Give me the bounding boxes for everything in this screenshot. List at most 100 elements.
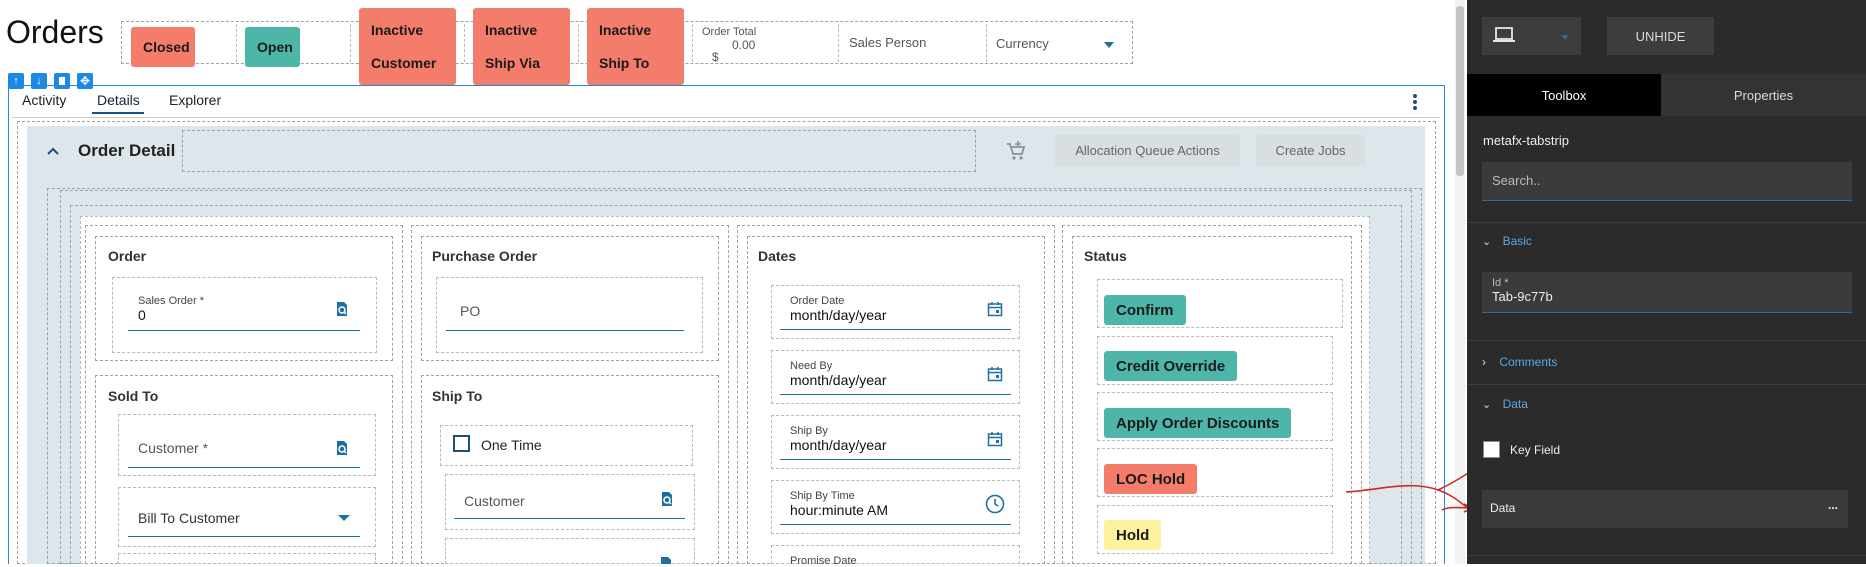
search-doc-icon[interactable] (659, 491, 675, 507)
sales-person-field[interactable]: Sales Person (849, 35, 926, 50)
device-select[interactable] (1482, 17, 1581, 55)
open-chip[interactable]: Open (245, 27, 300, 67)
calendar-icon[interactable] (987, 301, 1003, 317)
active-tab-underline (92, 112, 144, 114)
order-date-label: Order Date (790, 295, 845, 307)
add-cart-icon[interactable] (1005, 140, 1027, 162)
chevron-down-icon (1104, 42, 1114, 48)
ship-by-input[interactable]: Ship By month/day/year (780, 421, 1011, 460)
loc-hold-button[interactable]: LOC Hold (1104, 464, 1198, 494)
order-total-field: Order Total 0.00 $ (702, 26, 756, 64)
tab-activity[interactable]: Activity (22, 92, 66, 108)
tabs-divider (12, 117, 1440, 118)
order-date-input[interactable]: Order Date month/day/year (780, 291, 1011, 330)
bill-to-select[interactable]: Bill To Customer (128, 499, 360, 537)
chevron-down-icon: ⌄ (1482, 399, 1492, 411)
currency-select[interactable]: Currency (996, 36, 1118, 56)
id-field[interactable]: Id * Tab-9c77b (1482, 272, 1852, 313)
order-date-value: month/day/year (790, 307, 887, 323)
dates-title: Dates (758, 248, 797, 264)
comments-label: Comments (1499, 355, 1558, 369)
sold-to-title: Sold To (108, 388, 159, 404)
page-title: Orders (6, 14, 104, 50)
allocation-queue-actions-button[interactable]: Allocation Queue Actions (1055, 135, 1240, 166)
need-by-input[interactable]: Need By month/day/year (780, 356, 1011, 395)
collapse-chevron-icon[interactable] (46, 144, 60, 158)
data-field[interactable]: Data ... (1482, 490, 1848, 528)
hold-button[interactable]: Hold (1104, 520, 1162, 550)
currency-label: Currency (996, 36, 1049, 51)
annotation-arrows (1345, 471, 1474, 513)
ship-customer-placeholder: Customer (464, 493, 525, 509)
sales-order-input[interactable]: Sales Order * 0 (128, 291, 360, 331)
divider (350, 24, 351, 62)
chip-line: Inactive (599, 22, 652, 39)
inactive-customer-chip[interactable]: Inactive Customer (359, 8, 456, 85)
inactive-ship-via-chip[interactable]: Inactive Ship Via (473, 8, 570, 85)
divider (692, 24, 693, 62)
tab-explorer[interactable]: Explorer (169, 92, 221, 108)
divider (838, 24, 839, 62)
divider (236, 24, 237, 62)
one-time-box (440, 425, 693, 466)
clock-icon[interactable] (985, 494, 1005, 514)
one-time-checkbox[interactable] (453, 435, 470, 452)
chip-line: Ship To (599, 54, 650, 71)
sold-to-next-box (118, 553, 376, 564)
credit-override-button[interactable]: Credit Override (1104, 351, 1238, 381)
apply-order-discounts-label: Apply Order Discounts (1116, 414, 1280, 432)
credit-override-label: Credit Override (1116, 357, 1226, 375)
ship-by-time-value: hour:minute AM (790, 502, 889, 518)
search-placeholder: Search.. (1492, 173, 1541, 188)
sold-to-customer-input[interactable]: Customer * (128, 428, 360, 468)
loc-hold-label: LOC Hold (1116, 470, 1186, 488)
apply-order-discounts-button[interactable]: Apply Order Discounts (1104, 408, 1292, 438)
closed-chip[interactable]: Closed (131, 27, 195, 67)
basic-section-header[interactable]: ⌄ Basic (1482, 234, 1532, 252)
need-by-label: Need By (790, 360, 833, 372)
calendar-icon[interactable] (987, 366, 1003, 382)
need-by-value: month/day/year (790, 372, 887, 388)
more-vert-icon[interactable] (1412, 93, 1418, 111)
component-name: metafx-tabstrip (1483, 133, 1569, 148)
hold-label: Hold (1116, 526, 1150, 544)
confirm-button[interactable]: Confirm (1104, 295, 1186, 325)
sales-order-label: Sales Order * (138, 295, 205, 307)
create-jobs-button[interactable]: Create Jobs (1256, 135, 1365, 166)
purchase-order-title: Purchase Order (432, 248, 538, 264)
key-field-checkbox[interactable] (1483, 441, 1500, 458)
panel-divider (1467, 555, 1866, 556)
ship-by-time-input[interactable]: Ship By Time hour:minute AM (780, 486, 1011, 525)
po-input[interactable]: PO (446, 291, 684, 331)
search-doc-icon[interactable] (334, 440, 350, 456)
chip-line: Customer (371, 54, 437, 71)
tab-details[interactable]: Details (97, 92, 140, 108)
chevron-down-icon (1561, 35, 1569, 40)
tab-properties[interactable]: Properties (1661, 74, 1866, 116)
po-placeholder: PO (460, 303, 481, 319)
inactive-ship-to-chip[interactable]: Inactive Ship To (587, 8, 684, 85)
search-doc-icon[interactable] (658, 556, 674, 564)
open-chip-label: Open (257, 39, 293, 55)
tab-toolbox[interactable]: Toolbox (1467, 74, 1661, 116)
comments-section-header[interactable]: › Comments (1482, 355, 1557, 373)
ship-by-value: month/day/year (790, 437, 887, 453)
more-icon[interactable]: ... (1828, 498, 1838, 512)
data-section-header[interactable]: ⌄ Data (1482, 397, 1528, 415)
calendar-icon[interactable] (987, 431, 1003, 447)
ship-to-customer-input[interactable]: Customer (454, 483, 685, 519)
chip-line: Inactive (371, 22, 424, 39)
order-detail-toolbar-slot (182, 130, 976, 172)
laptop-icon (1492, 26, 1516, 44)
status-title: Status (1084, 248, 1127, 264)
main-scrollbar-thumb[interactable] (1456, 6, 1464, 176)
search-doc-icon[interactable] (334, 301, 350, 317)
unhide-button[interactable]: UNHIDE (1607, 17, 1714, 55)
divider (578, 24, 579, 62)
panel-search-input[interactable]: Search.. (1482, 162, 1852, 201)
ship-by-label: Ship By (790, 425, 828, 437)
ship-by-time-label: Ship By Time (790, 490, 855, 502)
bill-to-value: Bill To Customer (138, 510, 240, 526)
divider (986, 24, 987, 62)
sales-person-label: Sales Person (849, 35, 927, 50)
